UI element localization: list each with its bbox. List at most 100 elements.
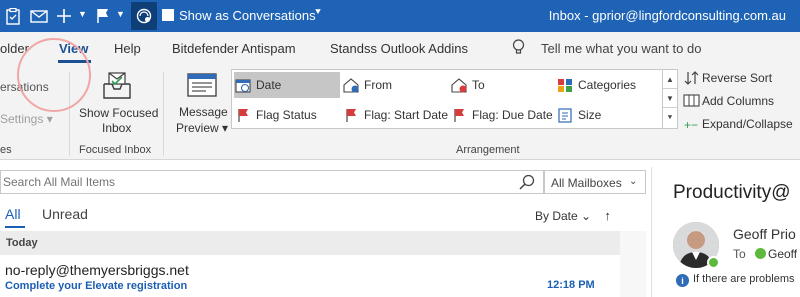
arrangement-gallery: Date From To Categories Flag Status Flag…: [231, 69, 663, 129]
expand-collapse-icon: +−: [684, 118, 699, 132]
message-preview-line2: Preview: [176, 121, 219, 135]
pane-divider[interactable]: [651, 167, 652, 297]
search-box: [0, 170, 544, 194]
search-scope-dropdown[interactable]: All Mailboxes ⌄: [544, 170, 646, 194]
calendar-icon: [234, 77, 252, 93]
envelope-to-icon: [450, 77, 468, 93]
arrange-categories-label: Categories: [578, 78, 637, 92]
add-columns-button[interactable]: Add Columns: [702, 94, 774, 108]
email-list-item[interactable]: no-reply@themyersbriggs.net Complete you…: [0, 256, 620, 297]
arrange-flag-status-label: Flag Status: [256, 108, 317, 122]
tab-standss-outlook-addins[interactable]: Standss Outlook Addins: [330, 41, 468, 56]
arrange-by-to[interactable]: To: [450, 72, 485, 98]
arrange-size-label: Size: [578, 108, 602, 122]
size-icon: [556, 107, 574, 123]
clipboard-icon[interactable]: [4, 4, 22, 28]
sort-by-label: By Date: [535, 209, 578, 223]
message-preview-dropdown[interactable]: Preview ▾: [176, 121, 228, 135]
ribbon-tabs: older View Help Bitdefender Antispam Sta…: [0, 32, 800, 66]
expand-collapse-button[interactable]: Expand/Collapse: [702, 117, 793, 131]
group-header-label: Today: [6, 237, 38, 249]
active-filter-indicator: [5, 226, 25, 228]
reading-pane-to-label: To: [733, 247, 746, 261]
search-input[interactable]: [1, 171, 511, 193]
search-scope-value: All Mailboxes: [551, 176, 622, 190]
sync-icon[interactable]: [131, 2, 157, 30]
ribbon: ersations Settings ▾ es Show Focused Inb…: [0, 66, 800, 160]
customize-quick-access-icon[interactable]: ⯆: [314, 7, 322, 18]
reading-pane-subject: Productivity@: [673, 182, 791, 203]
gallery-more-icon[interactable]: ⯆: [663, 108, 677, 127]
show-focused-inbox-button[interactable]: Show Focused: [79, 106, 158, 120]
outlook-window: ▼ ▼ Show as Conversations ⯆ Inbox - gpri…: [0, 0, 800, 297]
conversation-settings-label: Settings: [0, 112, 44, 126]
lightbulb-icon: [512, 39, 525, 59]
title-bar: ▼ ▼ Show as Conversations ⯆ Inbox - gpri…: [0, 0, 800, 32]
sort-by-dropdown[interactable]: By Date ⌄ ↑: [535, 208, 611, 223]
list-scrollbar[interactable]: [620, 231, 646, 297]
arrange-date-label: Date: [256, 78, 282, 92]
message-preview-icon: [186, 72, 218, 105]
search-row: All Mailboxes ⌄: [0, 167, 646, 197]
group-label-focused-inbox: Focused Inbox: [79, 144, 152, 156]
message-preview-button[interactable]: Message: [179, 105, 228, 119]
arrange-from-label: From: [364, 78, 392, 92]
group-divider: [163, 72, 164, 156]
presence-available-icon: [707, 256, 720, 269]
info-icon: i: [676, 274, 689, 287]
tell-me-search[interactable]: Tell me what you want to do: [541, 41, 701, 56]
arrange-by-date[interactable]: Date: [234, 72, 340, 98]
add-columns-icon: [683, 93, 700, 113]
reverse-sort-icon: [684, 70, 700, 91]
tab-bitdefender-antispam[interactable]: Bitdefender Antispam: [172, 41, 296, 56]
arrange-by-flag-start-date[interactable]: Flag: Start Date: [342, 102, 448, 128]
show-as-conversations-checkbox[interactable]: [162, 9, 174, 21]
arrange-by-flag-status[interactable]: Flag Status: [234, 102, 317, 128]
mail-icon[interactable]: [29, 4, 49, 28]
conversation-settings-button[interactable]: Settings ▾: [0, 112, 53, 126]
arrange-flag-due-date-label: Flag: Due Date: [472, 108, 553, 122]
gallery-up-icon[interactable]: ▲: [663, 70, 677, 89]
reading-pane-sender[interactable]: Geoff Prio: [733, 226, 796, 242]
envelope-from-icon: [342, 77, 360, 93]
reverse-sort-button[interactable]: Reverse Sort: [702, 71, 772, 85]
email-sender: no-reply@themyersbriggs.net: [5, 262, 189, 278]
arrange-by-from[interactable]: From: [342, 72, 392, 98]
flag-icon[interactable]: [94, 4, 110, 28]
group-divider: [69, 72, 70, 156]
tab-help[interactable]: Help: [114, 41, 141, 56]
reading-pane-recipient[interactable]: Geoff: [768, 247, 797, 261]
arrange-by-categories[interactable]: Categories: [556, 72, 636, 98]
conversations-button[interactable]: ersations: [0, 80, 49, 94]
filter-all-tab[interactable]: All: [5, 206, 21, 222]
tab-view[interactable]: View: [59, 41, 88, 56]
window-title: Inbox - gprior@lingfordconsulting.com.au: [548, 8, 786, 23]
red-flag-icon: [450, 107, 468, 123]
group-header-today[interactable]: Today: [0, 231, 620, 255]
active-tab-indicator: [58, 60, 91, 63]
email-subject: Complete your Elevate registration: [5, 280, 188, 292]
group-label-conversations: es: [0, 144, 12, 156]
filter-unread-tab[interactable]: Unread: [42, 206, 88, 222]
arrange-to-label: To: [472, 78, 485, 92]
focused-inbox-icon: [101, 72, 133, 105]
chevron-down-icon[interactable]: ▼: [116, 9, 125, 19]
show-focused-inbox-line2: Inbox: [102, 121, 132, 135]
reading-pane-info-bar[interactable]: If there are problems: [693, 273, 795, 285]
sort-direction-icon[interactable]: ↑: [604, 208, 611, 223]
group-label-arrangement: Arrangement: [456, 144, 520, 156]
arrange-by-size[interactable]: Size: [556, 102, 601, 128]
chevron-down-icon[interactable]: ▼: [78, 9, 87, 19]
arrange-flag-start-date-label: Flag: Start Date: [364, 108, 449, 122]
plus-icon[interactable]: [56, 4, 72, 28]
red-flag-icon: [342, 107, 360, 123]
recipient-presence-icon: [755, 248, 766, 259]
gallery-down-icon[interactable]: ▼: [663, 89, 677, 108]
search-icon[interactable]: [519, 174, 535, 195]
gallery-scroll: ▲ ▼ ⯆: [662, 69, 678, 129]
show-as-conversations-label: Show as Conversations: [179, 8, 316, 23]
arrange-by-flag-due-date[interactable]: Flag: Due Date: [450, 102, 553, 128]
tab-folder[interactable]: older: [0, 41, 29, 56]
categories-icon: [556, 77, 574, 93]
chevron-down-icon: ⌄: [629, 176, 638, 187]
